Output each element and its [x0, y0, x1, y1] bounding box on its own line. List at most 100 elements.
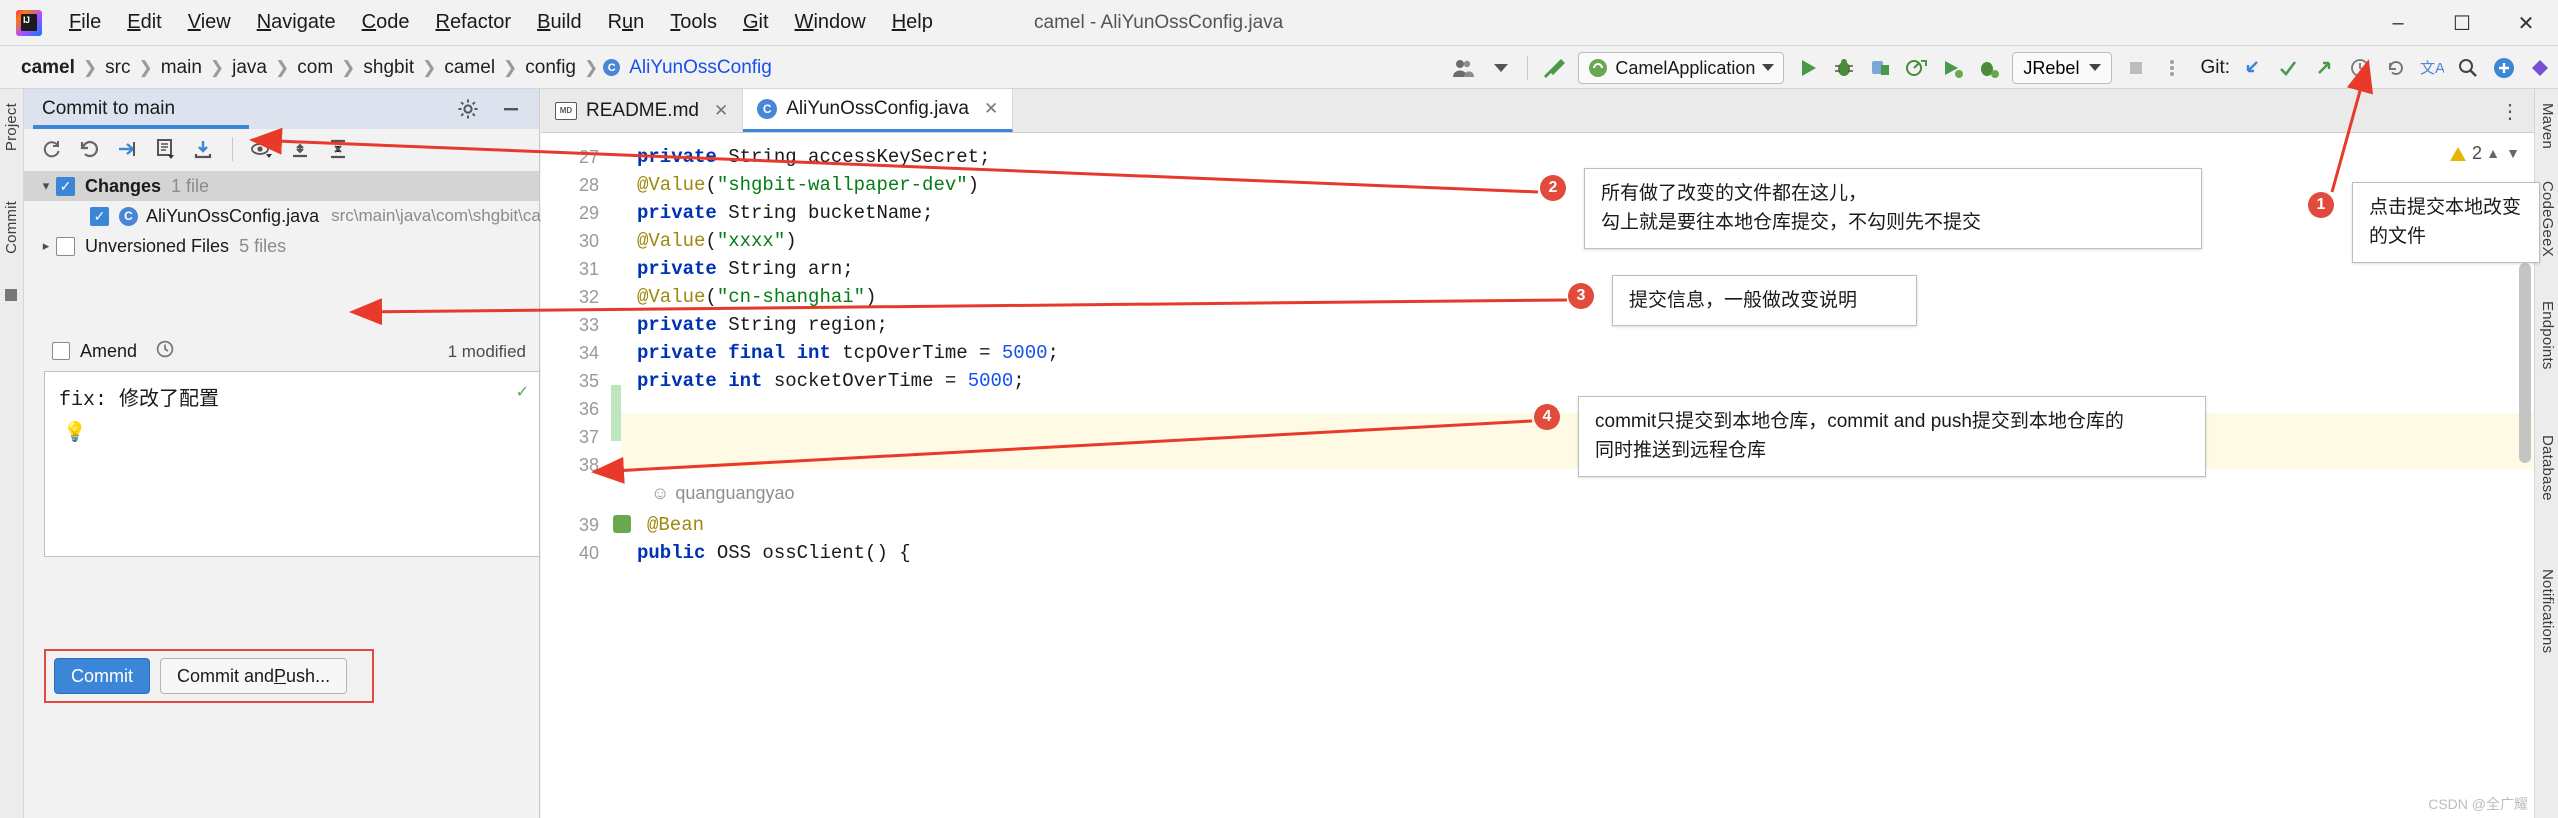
chevron-right-icon[interactable]: ▸ — [36, 238, 56, 254]
close-icon[interactable]: ✕ — [984, 99, 998, 119]
commit-message-input[interactable]: fix: 修改了配置 ✓ 💡 — [44, 371, 540, 557]
stripe-item-commit[interactable]: Commit — [3, 201, 20, 254]
gear-icon[interactable] — [457, 98, 479, 125]
maximize-icon[interactable]: ☐ — [2430, 0, 2494, 46]
menu-help[interactable]: Help — [879, 8, 946, 37]
file-checkbox[interactable]: ✓ — [90, 206, 109, 226]
git-rollback-icon[interactable] — [2378, 50, 2414, 86]
jrebel-run-icon[interactable] — [1934, 50, 1970, 86]
stripe-item-codegeex[interactable]: CodeGeeX — [2539, 181, 2556, 257]
code-line: 39 @Bean — [578, 514, 705, 536]
jrebel-debug-icon[interactable] — [1970, 50, 2006, 86]
breadcrumb-item-com[interactable]: com — [294, 57, 336, 79]
stripe-marker-icon — [5, 289, 17, 301]
breadcrumb-item-src[interactable]: src — [102, 57, 133, 79]
more-vertical-icon[interactable]: ⋮ — [2500, 99, 2520, 124]
menu-run[interactable]: Run — [595, 8, 658, 37]
refresh-icon[interactable] — [34, 133, 68, 165]
breadcrumb[interactable]: camel ❯ src ❯ main ❯ java ❯ com ❯ shgbit… — [18, 57, 775, 79]
breadcrumb-item-camel2[interactable]: camel — [441, 57, 498, 79]
chevron-down-icon[interactable]: ▼ — [2506, 145, 2520, 161]
git-update-icon[interactable] — [2234, 50, 2270, 86]
chevron-down-icon[interactable] — [1483, 50, 1519, 86]
translate-icon[interactable]: 文A — [2414, 50, 2450, 86]
clock-icon[interactable] — [155, 339, 175, 364]
rollback-icon[interactable] — [72, 133, 106, 165]
profiler-icon[interactable] — [1898, 50, 1934, 86]
breadcrumb-item-shgbit[interactable]: shgbit — [360, 57, 417, 79]
expand-all-icon[interactable] — [283, 133, 317, 165]
menu-file[interactable]: File — [56, 8, 114, 37]
tab-aliyunossconfig[interactable]: C AliYunOssConfig.java ✕ — [743, 89, 1014, 132]
code-editor[interactable]: 2 ▲ ▼ 27 private String accessKeySecret; … — [541, 133, 2534, 818]
window-title: camel - AliYunOssConfig.java — [1034, 12, 1284, 33]
preview-eye-icon[interactable] — [245, 133, 279, 165]
git-push-arrow-icon[interactable] — [2306, 50, 2342, 86]
tree-node-changes[interactable]: ▾ ✓ Changes 1 file — [24, 171, 539, 201]
menu-view[interactable]: View — [175, 8, 244, 37]
commit-button[interactable]: Commit — [54, 658, 150, 694]
breadcrumb-separator: ❯ — [209, 57, 225, 77]
menu-bar[interactable]: File Edit View Navigate Code Refactor Bu… — [56, 8, 946, 37]
changes-checkbox[interactable]: ✓ — [56, 176, 75, 196]
minimize-icon[interactable]: – — [2366, 0, 2430, 46]
jrebel-selector[interactable]: JRebel — [2012, 52, 2113, 84]
annotation-text-3: 提交信息，一般做改变说明 — [1612, 275, 1917, 327]
minimize-icon[interactable] — [501, 98, 521, 123]
menu-navigate[interactable]: Navigate — [244, 8, 349, 37]
tree-node-file[interactable]: ✓ C AliYunOssConfig.java src\main\java\c… — [24, 201, 618, 231]
code-line: 30 @Value("xxxx") — [578, 230, 797, 252]
breadcrumb-item-file[interactable]: AliYunOssConfig — [626, 57, 775, 79]
menu-refactor[interactable]: Refactor — [422, 8, 524, 37]
collapse-all-icon[interactable] — [321, 133, 355, 165]
menu-window[interactable]: Window — [782, 8, 879, 37]
lightbulb-icon[interactable]: 💡 — [63, 420, 87, 444]
close-icon[interactable]: ✕ — [2494, 0, 2558, 46]
menu-edit[interactable]: Edit — [114, 8, 174, 37]
menu-tools[interactable]: Tools — [657, 8, 730, 37]
stripe-item-project[interactable]: Project — [3, 103, 20, 151]
breadcrumb-item-config[interactable]: config — [522, 57, 579, 79]
inspection-warning-badge[interactable]: 2 — [2449, 143, 2482, 164]
git-commit-check-icon[interactable] — [2270, 50, 2306, 86]
git-history-clock-icon[interactable] — [2342, 50, 2378, 86]
menu-build[interactable]: Build — [524, 8, 594, 37]
hammer-icon[interactable] — [1536, 50, 1572, 86]
plugin-add-icon[interactable] — [2486, 50, 2522, 86]
search-icon[interactable] — [2450, 50, 2486, 86]
amend-checkbox[interactable] — [52, 342, 70, 360]
breadcrumb-item-main[interactable]: main — [158, 57, 205, 79]
menu-code[interactable]: Code — [349, 8, 423, 37]
run-play-icon[interactable] — [1790, 50, 1826, 86]
diff-icon[interactable] — [148, 133, 182, 165]
run-configuration-selector[interactable]: CamelApplication — [1578, 52, 1785, 84]
shelve-icon[interactable] — [110, 133, 144, 165]
breadcrumb-item-java[interactable]: java — [229, 57, 270, 79]
stripe-item-notifications[interactable]: Notifications — [2539, 569, 2556, 653]
stripe-item-endpoints[interactable]: Endpoints — [2539, 301, 2556, 370]
user-group-icon[interactable] — [1447, 50, 1483, 86]
breadcrumb-separator: ❯ — [503, 57, 518, 77]
breadcrumb-item-camel[interactable]: camel — [18, 57, 78, 79]
stripe-item-maven[interactable]: Maven — [2539, 103, 2556, 149]
ide-status-icon[interactable] — [2522, 50, 2558, 86]
stop-icon[interactable] — [2118, 50, 2154, 86]
unversioned-checkbox[interactable] — [56, 236, 75, 256]
chevron-up-icon[interactable]: ▲ — [2486, 145, 2500, 161]
more-vertical-icon[interactable] — [2154, 50, 2190, 86]
close-icon[interactable]: ✕ — [714, 101, 728, 121]
stripe-item-database[interactable]: Database — [2539, 435, 2556, 501]
commit-and-push-button[interactable]: Commit and Push... — [160, 658, 348, 694]
commit-panel-tab-title[interactable]: Commit to main — [42, 98, 175, 120]
debug-bug-icon[interactable] — [1826, 50, 1862, 86]
download-icon[interactable] — [186, 133, 220, 165]
chevron-down-icon[interactable]: ▾ — [36, 178, 56, 194]
commit-panel-toolbar — [24, 129, 539, 169]
tree-node-unversioned[interactable]: ▸ Unversioned Files 5 files — [24, 231, 539, 261]
breadcrumb-separator: ❯ — [275, 57, 290, 77]
run-coverage-icon[interactable] — [1862, 50, 1898, 86]
chevron-down-icon — [2089, 64, 2102, 71]
menu-git[interactable]: Git — [730, 8, 782, 37]
editor-scrollbar[interactable] — [2519, 263, 2531, 463]
tab-readme[interactable]: MD README.md ✕ — [541, 89, 744, 132]
